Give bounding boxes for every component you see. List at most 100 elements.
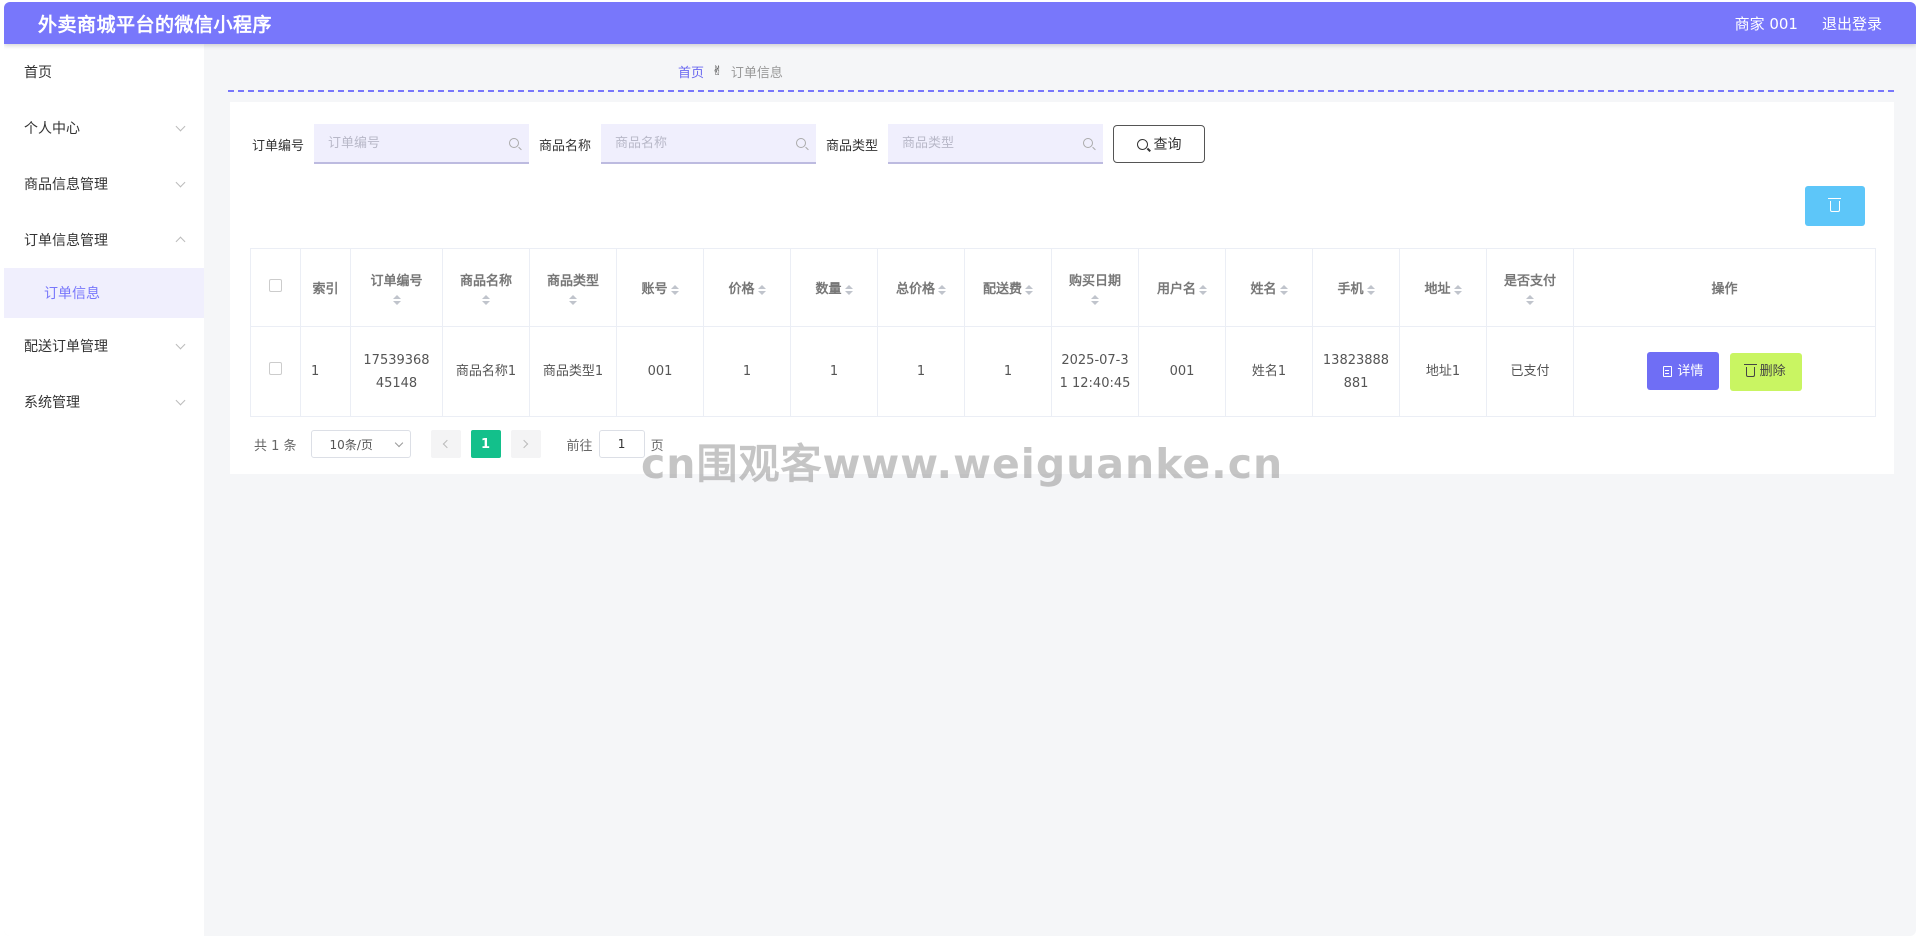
page-size-select[interactable]: 10条/页	[310, 430, 411, 458]
sort-icon[interactable]	[1091, 295, 1099, 305]
page-number-active[interactable]: 1	[470, 430, 501, 458]
goto-page-input[interactable]	[598, 430, 645, 458]
chevron-down-icon	[175, 395, 186, 405]
col-header-product-type[interactable]: 商品类型	[529, 248, 617, 327]
query-button[interactable]: 查询	[1113, 125, 1206, 163]
trash-icon	[1828, 197, 1841, 212]
product-type-field-wrap	[888, 124, 1104, 164]
cell-account: 001	[616, 326, 704, 417]
logout-link[interactable]: 退出登录	[1822, 13, 1882, 34]
sidebar-item-system[interactable]: 系统管理	[4, 374, 204, 430]
sort-icon[interactable]	[1279, 284, 1288, 295]
breadcrumb-home[interactable]: 首页	[678, 62, 704, 81]
sort-icon[interactable]	[1526, 295, 1534, 305]
col-header-account[interactable]: 账号	[616, 248, 704, 327]
cell-order-no: 17539368 45148	[350, 326, 443, 417]
search-icon	[796, 138, 807, 148]
prev-page-button[interactable]	[430, 430, 461, 458]
cell-date: 2025-07-31 12:40:45	[1051, 326, 1139, 417]
chevron-down-icon	[175, 121, 186, 131]
col-header-phone[interactable]: 手机	[1312, 248, 1400, 327]
sort-icon[interactable]	[1199, 284, 1207, 295]
pagination-total: 共 1 条	[254, 438, 297, 454]
order-no-label: 订单编号	[252, 138, 305, 154]
sort-icon[interactable]	[392, 295, 401, 305]
header-actions: 商家 001 退出登录	[1735, 13, 1882, 34]
product-type-input[interactable]	[888, 124, 1104, 162]
sort-icon[interactable]	[569, 295, 577, 305]
cell-username: 001	[1138, 326, 1226, 417]
sort-icon[interactable]	[1366, 284, 1375, 295]
col-header-quantity[interactable]: 数量	[790, 248, 878, 327]
cell-product-type: 商品类型1	[529, 326, 617, 417]
cell-index: 1	[300, 326, 351, 417]
product-name-field-wrap	[601, 124, 817, 164]
row-checkbox[interactable]	[269, 362, 282, 375]
cell-price: 1	[703, 326, 791, 417]
col-header-paid[interactable]: 是否支付	[1486, 248, 1574, 327]
col-header-name[interactable]: 姓名	[1225, 248, 1313, 327]
chevron-down-icon	[175, 339, 186, 349]
sidebar-item-products[interactable]: 商品信息管理	[4, 156, 204, 212]
product-type-label: 商品类型	[826, 138, 879, 154]
cell-delivery-fee: 1	[964, 326, 1052, 417]
cell-quantity: 1	[790, 326, 878, 417]
row-select-cell	[250, 326, 301, 417]
pagination: 共 1 条 10条/页 1 前往 页	[254, 430, 664, 458]
main-panel: 订单编号 商品名称 商品类型 查询	[230, 102, 1894, 474]
goto-label: 前往	[566, 438, 593, 454]
current-user[interactable]: 商家 001	[1735, 13, 1798, 34]
product-name-label: 商品名称	[539, 138, 592, 154]
detail-button[interactable]: 详情	[1647, 352, 1720, 391]
cell-name: 姓名1	[1225, 326, 1313, 417]
chevron-left-icon	[442, 439, 452, 449]
next-page-button[interactable]	[510, 430, 541, 458]
sidebar-item-label: 商品信息管理	[24, 177, 108, 193]
col-header-product-name[interactable]: 商品名称	[442, 248, 530, 327]
sort-icon[interactable]	[844, 284, 853, 295]
sort-icon[interactable]	[757, 284, 766, 295]
col-header-delivery-fee[interactable]: 配送费	[964, 248, 1052, 327]
chevron-down-icon	[394, 438, 403, 447]
sort-icon[interactable]	[670, 284, 679, 295]
sort-icon[interactable]	[938, 284, 946, 295]
sidebar-item-orders[interactable]: 订单信息管理	[4, 212, 204, 268]
col-header-username[interactable]: 用户名	[1138, 248, 1226, 327]
search-icon	[509, 138, 520, 148]
search-icon	[1136, 138, 1148, 150]
sort-icon[interactable]	[1025, 284, 1033, 295]
sidebar-item-home[interactable]: 首页	[4, 44, 204, 100]
sort-icon[interactable]	[1453, 284, 1462, 295]
sidebar-item-label: 配送订单管理	[24, 339, 108, 355]
col-header-total[interactable]: 总价格	[877, 248, 965, 327]
cell-address: 地址1	[1399, 326, 1487, 417]
select-all-checkbox[interactable]	[269, 279, 282, 292]
sort-icon[interactable]	[482, 295, 490, 305]
chevron-right-icon	[519, 439, 529, 449]
sidebar-item-label: 首页	[24, 65, 52, 81]
col-header-address[interactable]: 地址	[1399, 248, 1487, 327]
col-header-price[interactable]: 价格	[703, 248, 791, 327]
hand-icon: ✌	[712, 64, 723, 79]
sidebar-subitem-order-info[interactable]: 订单信息	[4, 268, 204, 318]
sidebar: 首页 个人中心 商品信息管理 订单信息管理 订单信息 配送订单管理 系统管理	[4, 44, 204, 936]
table-header-row: 索引 订单编号 商品名称 商品类型 账号 价格 数量 总价格 配送费 购买日期 …	[250, 248, 1876, 327]
page-size-value: 10条/页	[329, 437, 373, 452]
delete-button-label: 删除	[1759, 364, 1786, 380]
cell-phone: 13823888881	[1312, 326, 1400, 417]
batch-delete-button[interactable]	[1805, 186, 1865, 226]
orders-table: 索引 订单编号 商品名称 商品类型 账号 价格 数量 总价格 配送费 购买日期 …	[250, 248, 1876, 417]
top-header: 外卖商城平台的微信小程序 商家 001 退出登录	[4, 2, 1916, 44]
col-header-date[interactable]: 购买日期	[1051, 248, 1139, 327]
sidebar-item-label: 订单信息管理	[24, 233, 108, 249]
cell-paid: 已支付	[1486, 326, 1574, 417]
search-bar: 订单编号 商品名称 商品类型 查询	[252, 124, 1206, 164]
sidebar-item-delivery[interactable]: 配送订单管理	[4, 318, 204, 374]
order-no-input[interactable]	[314, 124, 530, 162]
table-row: 1 17539368 45148 商品名称1 商品类型1 001 1 1 1 1…	[250, 326, 1876, 417]
cell-product-name: 商品名称1	[442, 326, 530, 417]
col-header-order-no[interactable]: 订单编号	[350, 248, 443, 327]
sidebar-item-profile[interactable]: 个人中心	[4, 100, 204, 156]
product-name-input[interactable]	[601, 124, 817, 162]
delete-button[interactable]: 删除	[1729, 352, 1802, 391]
